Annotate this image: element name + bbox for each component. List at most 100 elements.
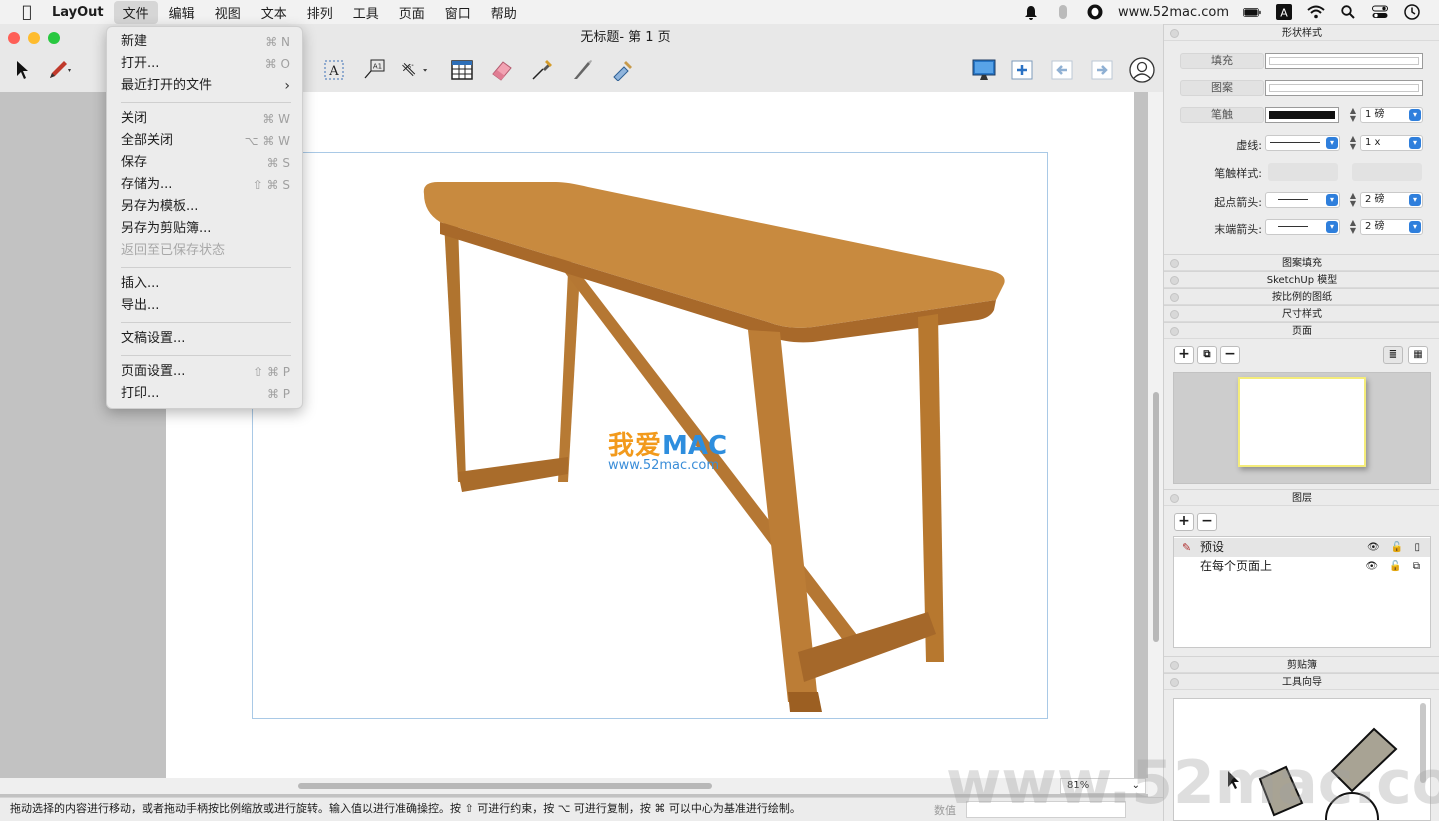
menu-item-export[interactable]: 导出... [107, 295, 304, 317]
pencil-tool-icon[interactable] [46, 56, 74, 84]
page-thumbnail[interactable] [1238, 377, 1366, 467]
close-window-button[interactable] [8, 32, 20, 44]
horizontal-scroll-thumb[interactable] [298, 783, 712, 789]
pattern-toggle[interactable]: 图案 [1180, 80, 1264, 96]
join-tool-icon[interactable] [608, 56, 636, 84]
label-tool-icon[interactable]: A1 [360, 56, 388, 84]
grid-view-button[interactable]: ▦ [1408, 346, 1428, 364]
input-method-icon[interactable]: A [1275, 4, 1293, 20]
menu-item-save[interactable]: 保存 ⌘ S [107, 152, 304, 174]
document-page[interactable]: 我爱MAC www.52mac.com [166, 92, 1134, 778]
stroke-cap-buttons[interactable] [1268, 163, 1338, 181]
delete-layer-button[interactable]: − [1197, 513, 1217, 531]
bell-icon[interactable] [1022, 4, 1040, 20]
qq-icon[interactable] [1086, 4, 1104, 20]
sketchup-model-panel-header[interactable]: SketchUp 模型 [1164, 271, 1439, 288]
capsule-icon[interactable] [1054, 4, 1072, 20]
pattern-fill-panel-header[interactable]: 图案填充 [1164, 254, 1439, 271]
dimension-style-panel-header[interactable]: 尺寸样式 [1164, 305, 1439, 322]
dash-scale-select[interactable]: 1 x ▾ [1360, 135, 1423, 151]
end-arrow-select[interactable]: ▾ [1265, 219, 1340, 235]
next-page-icon[interactable] [1088, 56, 1116, 84]
pages-panel-header[interactable]: 页面 [1164, 322, 1439, 339]
fill-color-swatch[interactable] [1265, 53, 1423, 69]
menu-item-save-as[interactable]: 存储为... ⇧ ⌘ S [107, 174, 304, 196]
zoom-window-button[interactable] [48, 32, 60, 44]
style-tool-icon[interactable] [528, 56, 556, 84]
menu-pages[interactable]: 页面 [390, 1, 434, 24]
dimension-tool-icon[interactable]: 5" [400, 56, 428, 84]
vertical-scroll-thumb[interactable] [1153, 392, 1159, 642]
menu-item-save-as-template[interactable]: 另存为模板... [107, 196, 304, 218]
duplicate-page-button[interactable]: ⧉ [1197, 346, 1217, 364]
menu-text[interactable]: 文本 [252, 1, 296, 24]
menu-item-insert[interactable]: 插入... [107, 273, 304, 295]
end-arrow-size-stepper[interactable]: ▲ ▼ [1348, 219, 1358, 235]
split-tool-icon[interactable] [568, 56, 596, 84]
stroke-color-swatch[interactable] [1265, 107, 1339, 123]
scrapbooks-panel-header[interactable]: 剪贴簿 [1164, 656, 1439, 673]
menu-item-close[interactable]: 关闭 ⌘ W [107, 108, 304, 130]
menu-window[interactable]: 窗口 [436, 1, 480, 24]
text-tool-icon[interactable]: A [320, 56, 348, 84]
delete-page-button[interactable]: − [1220, 346, 1240, 364]
menu-help[interactable]: 帮助 [482, 1, 526, 24]
menu-view[interactable]: 视图 [206, 1, 250, 24]
dash-scale-stepper[interactable]: ▲ ▼ [1348, 135, 1358, 151]
stroke-toggle[interactable]: 笔触 [1180, 107, 1264, 123]
layer-visibility-lock-icons[interactable]: 👁 🔓 ⧉ [1365, 557, 1424, 576]
battery-icon[interactable] [1243, 4, 1261, 20]
previous-page-icon[interactable] [1048, 56, 1076, 84]
menu-item-document-setup[interactable]: 文稿设置... [107, 328, 304, 350]
layer-visibility-lock-icons[interactable]: 👁 🔓 ▯ [1367, 538, 1424, 557]
dash-select[interactable]: ▾ [1265, 135, 1340, 151]
menu-tools[interactable]: 工具 [344, 1, 388, 24]
account-icon[interactable] [1128, 56, 1156, 84]
end-arrow-size-select[interactable]: 2 磅 ▾ [1360, 219, 1423, 235]
add-page-button[interactable]: + [1174, 346, 1194, 364]
control-center-icon[interactable] [1371, 4, 1389, 20]
pattern-swatch[interactable] [1265, 80, 1423, 96]
start-arrow-select[interactable]: ▾ [1265, 192, 1340, 208]
menu-item-recent[interactable]: 最近打开的文件 › [107, 75, 304, 97]
start-arrow-size-select[interactable]: 2 磅 ▾ [1360, 192, 1423, 208]
start-arrow-size-stepper[interactable]: ▲ ▼ [1348, 192, 1358, 208]
shape-style-panel-header[interactable]: 形状样式 [1164, 24, 1439, 41]
menu-file[interactable]: 文件 [113, 0, 158, 24]
menu-arrange[interactable]: 排列 [298, 1, 342, 24]
add-page-icon[interactable] [1008, 56, 1036, 84]
menu-item-page-setup[interactable]: 页面设置... ⇧ ⌘ P [107, 361, 304, 383]
wifi-icon[interactable] [1307, 4, 1325, 20]
app-menu[interactable]: LayOut [52, 5, 104, 20]
apple-icon[interactable]:  [18, 3, 36, 21]
list-view-button[interactable]: ≣ [1383, 346, 1403, 364]
vertical-scrollbar[interactable] [1148, 92, 1163, 804]
fill-toggle[interactable]: 填充 [1180, 53, 1264, 69]
minimize-window-button[interactable] [28, 32, 40, 44]
file-menu-dropdown: 新建 ⌘ N 打开... ⌘ O 最近打开的文件 › 关闭 ⌘ W 全部关闭 ⌥ ⌘ W … [106, 26, 303, 409]
menu-item-open[interactable]: 打开... ⌘ O [107, 53, 304, 75]
clock-icon[interactable] [1403, 4, 1421, 20]
select-tool-icon[interactable] [8, 56, 36, 84]
window-title: 无标题- 第 1 页 [580, 30, 671, 45]
watermark-url: www.52mac.com [608, 458, 720, 473]
spotlight-search-icon[interactable] [1339, 4, 1357, 20]
dash-label: 虚线: [1236, 139, 1262, 152]
layers-panel-header[interactable]: 图层 [1164, 489, 1439, 506]
present-icon[interactable] [970, 56, 998, 84]
eraser-tool-icon[interactable] [488, 56, 516, 84]
scaled-drawing-panel-header[interactable]: 按比例的图纸 [1164, 288, 1439, 305]
menu-item-save-as-scrapbook[interactable]: 另存为剪贴簿... [107, 218, 304, 240]
layer-row[interactable]: ✎ 预设 👁 🔓 ▯ [1174, 538, 1430, 557]
stroke-join-buttons[interactable] [1352, 163, 1422, 181]
menu-item-print[interactable]: 打印... ⌘ P [107, 383, 304, 405]
menu-item-new[interactable]: 新建 ⌘ N [107, 31, 304, 53]
instructor-panel-header[interactable]: 工具向导 [1164, 673, 1439, 690]
stroke-weight-select[interactable]: 1 磅 ▾ [1360, 107, 1423, 123]
layer-row[interactable]: 在每个页面上 👁 🔓 ⧉ [1174, 557, 1430, 576]
table-tool-icon[interactable] [448, 56, 476, 84]
menu-item-close-all[interactable]: 全部关闭 ⌥ ⌘ W [107, 130, 304, 152]
stroke-weight-stepper[interactable]: ▲ ▼ [1348, 107, 1358, 123]
add-layer-button[interactable]: + [1174, 513, 1194, 531]
menu-edit[interactable]: 编辑 [160, 1, 204, 24]
